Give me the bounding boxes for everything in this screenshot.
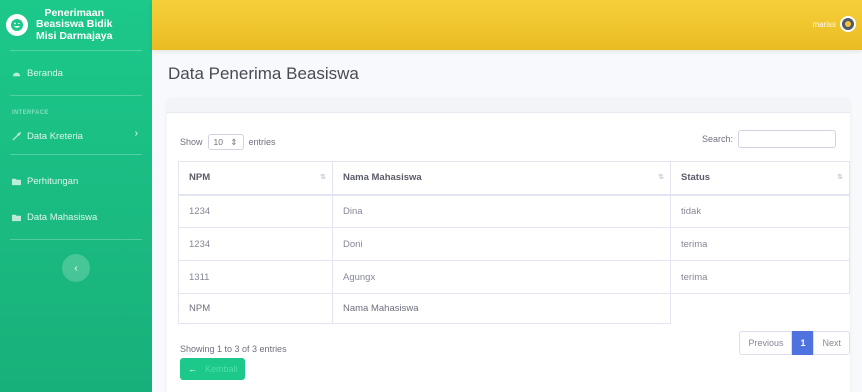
sidebar-heading: INTERFACE bbox=[12, 110, 49, 116]
topbar: mariss bbox=[152, 0, 862, 50]
folder-icon bbox=[12, 178, 21, 185]
sort-updown-icon: ⇕ bbox=[230, 136, 238, 147]
cell-status: tidak bbox=[670, 194, 850, 228]
pagination: Previous 1 Next bbox=[739, 331, 850, 355]
cell-npm: 1311 bbox=[178, 260, 333, 294]
column-header-status[interactable]: Status ⇅ bbox=[670, 161, 850, 196]
sidebar-divider bbox=[10, 154, 142, 155]
table-row: 1234 Doni terima bbox=[178, 227, 850, 261]
pagination-previous-button[interactable]: Previous bbox=[739, 331, 793, 355]
cell-npm: 1234 bbox=[178, 227, 333, 261]
user-name[interactable]: mariss bbox=[812, 20, 836, 29]
cell-status: terima bbox=[670, 260, 850, 294]
search-input[interactable] bbox=[738, 130, 836, 148]
brand-title: Penerimaan Beasiswa Bidik Misi Darmajaya bbox=[36, 7, 113, 43]
table-header-row: NPM ⇅ Nama Mahasiswa ⇅ Status ⇅ bbox=[178, 161, 850, 196]
table-row: 1311 Agungx terima bbox=[178, 260, 850, 294]
laugh-wink-icon bbox=[6, 14, 28, 36]
back-button-label: Kembali bbox=[205, 364, 238, 374]
sidebar-item-label: Data Mahasiswa bbox=[27, 211, 98, 223]
sidebar-toggle-button[interactable]: ‹ bbox=[62, 254, 90, 282]
back-button[interactable]: ← Kembali bbox=[180, 358, 245, 380]
brand-title-line3: Misi Darmajaya bbox=[36, 29, 113, 42]
cell-nama: Dina bbox=[332, 194, 671, 228]
sidebar-item-label: Perhitungan bbox=[27, 175, 79, 187]
wrench-icon bbox=[12, 131, 21, 141]
entries-length-control: Show 10 ⇕ entries bbox=[180, 134, 276, 150]
table-footer-row: NPM Nama Mahasiswa bbox=[178, 293, 850, 324]
column-footer-empty bbox=[671, 294, 850, 324]
sort-icon: ⇅ bbox=[837, 174, 843, 181]
table-info: Showing 1 to 3 of 3 entries bbox=[180, 344, 287, 354]
tachometer-icon bbox=[12, 72, 21, 76]
column-header-npm[interactable]: NPM ⇅ bbox=[178, 161, 333, 196]
pagination-next-button[interactable]: Next bbox=[813, 331, 850, 355]
length-suffix-label: entries bbox=[248, 137, 276, 147]
table-row: 1234 Dina tidak bbox=[178, 194, 850, 228]
sidebar-brand[interactable]: Penerimaan Beasiswa Bidik Misi Darmajaya bbox=[0, 0, 152, 50]
sidebar-item-data-mahasiswa[interactable]: Data Mahasiswa bbox=[0, 199, 152, 235]
length-prefix-label: Show bbox=[180, 137, 203, 147]
folder-icon bbox=[12, 214, 21, 221]
cell-nama: Agungx bbox=[332, 260, 671, 294]
column-header-label: NPM bbox=[189, 172, 211, 184]
entries-length-select[interactable]: 10 ⇕ bbox=[207, 134, 244, 150]
sidebar: Penerimaan Beasiswa Bidik Misi Darmajaya… bbox=[0, 0, 152, 392]
sidebar-divider bbox=[10, 239, 142, 240]
card-header bbox=[167, 98, 850, 113]
column-header-label: Status bbox=[681, 172, 711, 184]
sort-icon: ⇅ bbox=[320, 174, 326, 181]
column-footer-nama: Nama Mahasiswa bbox=[332, 293, 671, 324]
page-title: Data Penerima Beasiswa bbox=[168, 64, 359, 83]
chevron-right-icon: › bbox=[134, 128, 138, 139]
data-table: NPM ⇅ Nama Mahasiswa ⇅ Status ⇅ 1234 Din… bbox=[178, 161, 850, 324]
search-label: Search: bbox=[701, 134, 733, 144]
cell-nama: Doni bbox=[332, 227, 671, 261]
pagination-page-button[interactable]: 1 bbox=[792, 331, 814, 355]
search-control: Search: bbox=[702, 130, 836, 148]
sidebar-item-perhitungan[interactable]: Perhitungan bbox=[0, 163, 152, 199]
sort-icon: ⇅ bbox=[658, 174, 664, 181]
sidebar-item-label: Beranda bbox=[27, 67, 63, 79]
column-footer-npm: NPM bbox=[178, 293, 333, 324]
cell-status: terima bbox=[670, 227, 850, 261]
sidebar-item-label: Data Kreteria bbox=[27, 130, 83, 142]
user-avatar-icon[interactable] bbox=[840, 16, 856, 32]
sidebar-item-data-kreteria[interactable]: Data Kreteria › bbox=[0, 118, 152, 154]
sidebar-item-beranda[interactable]: Beranda bbox=[0, 51, 152, 95]
column-header-nama-mahasiswa[interactable]: Nama Mahasiswa ⇅ bbox=[332, 161, 671, 196]
data-card: Show 10 ⇕ entries Search: NPM ⇅ Nama Mah… bbox=[167, 98, 850, 392]
chevron-left-icon: ‹ bbox=[74, 262, 78, 274]
length-value: 10 bbox=[213, 137, 223, 147]
cell-npm: 1234 bbox=[178, 194, 333, 228]
arrow-left-icon: ← bbox=[188, 364, 197, 374]
column-header-label: Nama Mahasiswa bbox=[343, 172, 422, 184]
sidebar-divider bbox=[10, 95, 142, 96]
